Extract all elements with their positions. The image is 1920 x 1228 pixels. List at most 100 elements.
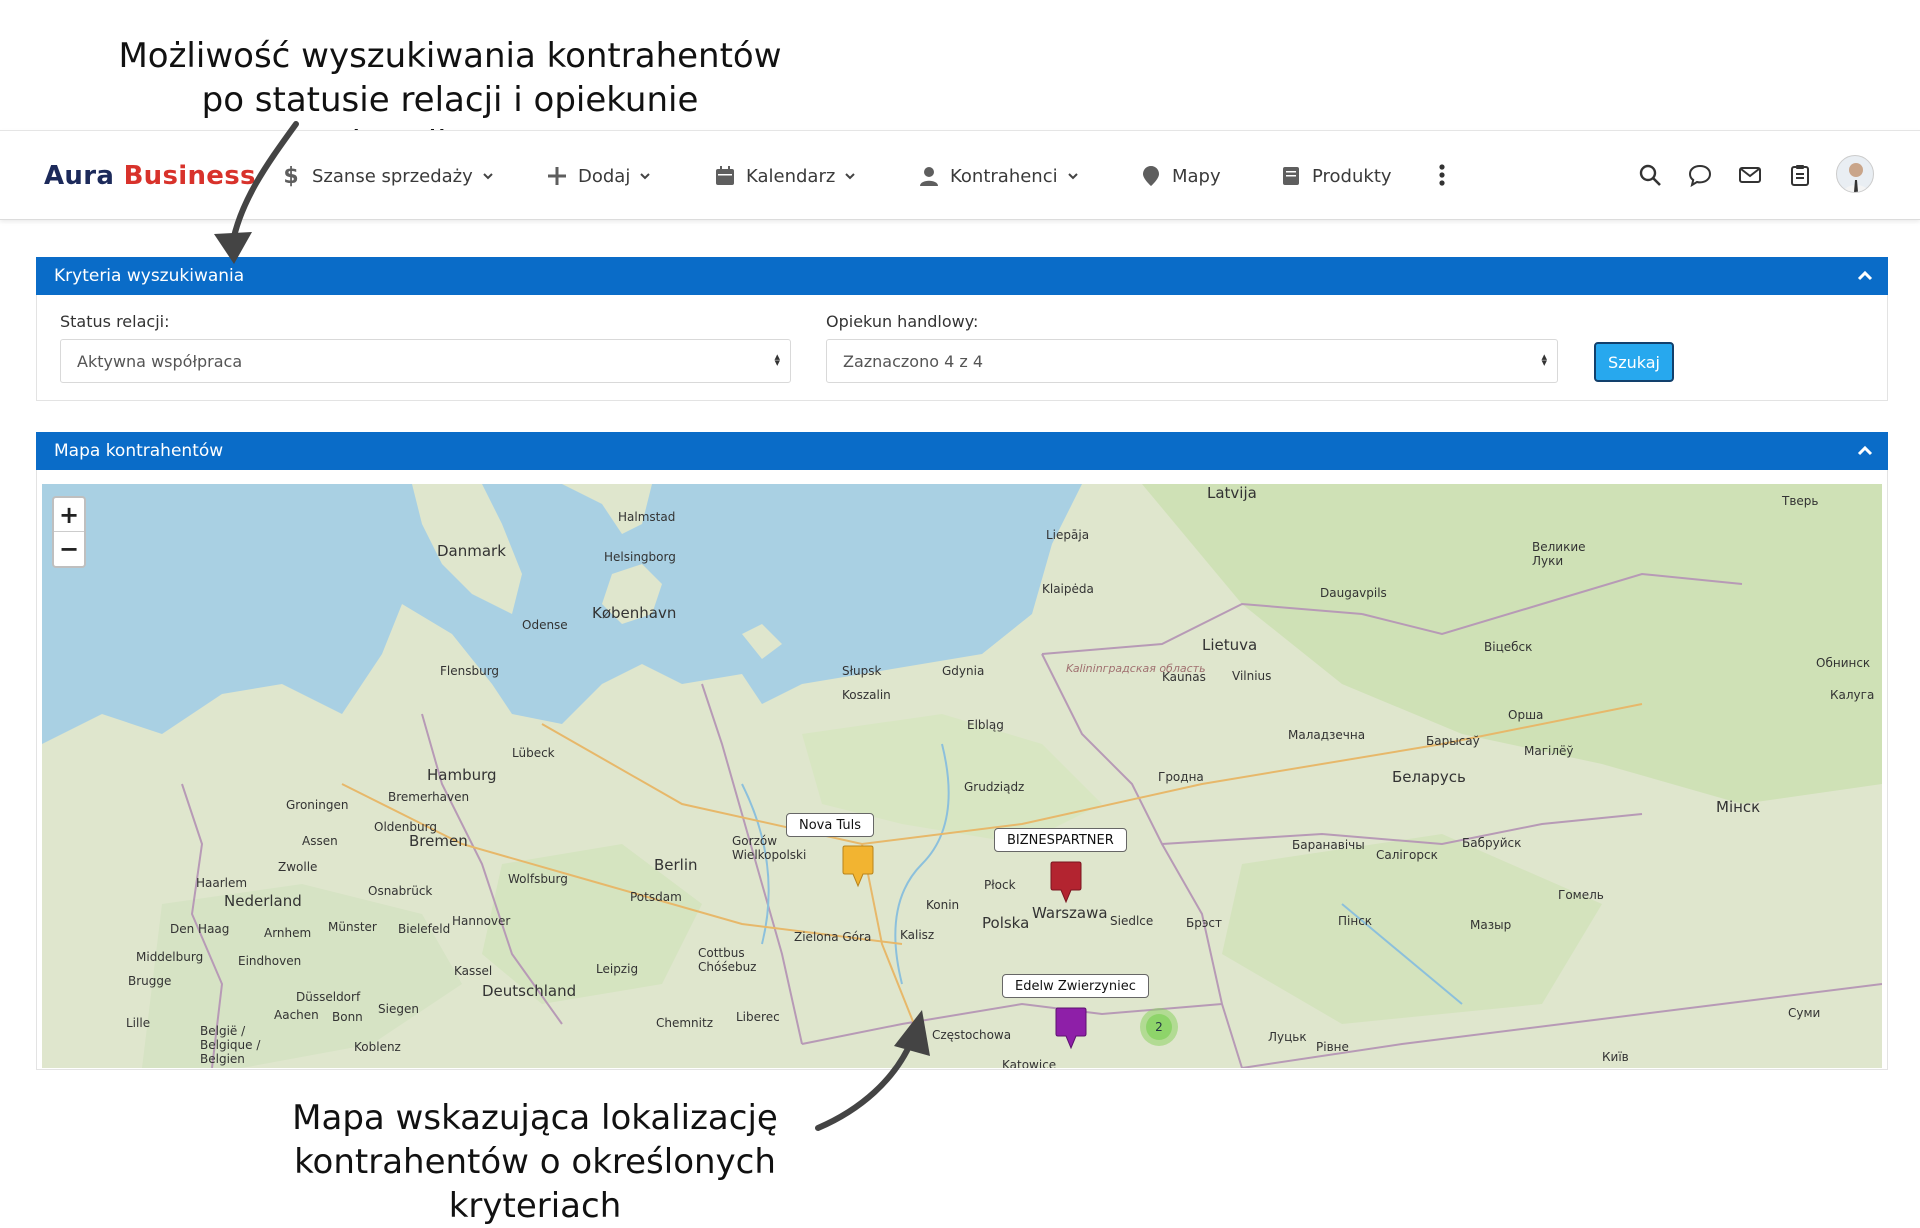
search-icon[interactable]: [1636, 161, 1664, 189]
chevron-down-icon: [1066, 169, 1080, 183]
chevron-up-icon[interactable]: [1856, 267, 1874, 285]
place-label: Słupsk: [842, 664, 882, 678]
place-label: Danmark: [437, 542, 506, 560]
nav-item-dodaj[interactable]: Dodaj: [544, 161, 652, 191]
place-label: Бабруйск: [1462, 836, 1522, 850]
place-label: Częstochowa: [932, 1028, 1012, 1042]
place-label: Haarlem: [196, 876, 248, 890]
map-pin-icon: [1138, 163, 1164, 189]
nav-item-kontrahenci[interactable]: Kontrahenci: [916, 161, 1080, 191]
zoom-in-button[interactable]: +: [54, 498, 84, 532]
place-label: Kalininградская область: [1066, 662, 1206, 675]
top-navbar: Aura Business $ Szanse sprzedaży Dodaj K…: [0, 130, 1920, 220]
place-label: Беларусь: [1392, 768, 1466, 786]
place-label: Пінск: [1338, 914, 1373, 928]
place-label: Siegen: [378, 1002, 419, 1016]
marker-label-edelw-zwierzyniec[interactable]: Edelw Zwierzyniec: [1002, 974, 1149, 998]
annotation-bottom: Mapa wskazująca lokalizację kontrahentów…: [220, 1096, 850, 1228]
nav-item-szanse[interactable]: $ Szanse sprzedaży: [278, 161, 495, 191]
place-label: Мінск: [1716, 798, 1761, 816]
place-label: Маладзечна: [1288, 728, 1366, 742]
status-select[interactable]: Aktywna współpraca ▴ ▾: [60, 339, 791, 383]
status-select-value: Aktywna współpraca: [77, 351, 243, 371]
place-label: Liberec: [736, 1010, 780, 1024]
marker-pin-nova-tuls[interactable]: [841, 844, 875, 890]
nav-item-produkty[interactable]: Produkty: [1278, 161, 1392, 191]
select-arrows-icon: ▴ ▾: [1541, 350, 1547, 369]
owner-select[interactable]: Zaznaczono 4 z 4 ▴ ▾: [826, 339, 1558, 383]
place-label: Рівне: [1316, 1040, 1349, 1054]
nav-item-label: Kalendarz: [746, 165, 836, 187]
contractor-map[interactable]: + − Danmark København Latvija Lietuva Vi…: [42, 484, 1882, 1068]
marker-cluster-count: 2: [1146, 1014, 1172, 1040]
map-zoom-control: + −: [52, 496, 86, 568]
brand-part1: Aura: [44, 161, 115, 191]
place-label: Flensburg: [440, 664, 500, 678]
marker-cluster[interactable]: 2: [1140, 1008, 1178, 1046]
marker-pin-edelw-zwierzyniec[interactable]: [1054, 1006, 1088, 1052]
nav-item-mapy[interactable]: Mapy: [1138, 161, 1221, 191]
annotation-bottom-line1: Mapa wskazująca lokalizację: [292, 1098, 778, 1138]
place-label: Grudziądz: [964, 780, 1025, 794]
brand-logo[interactable]: Aura Business: [44, 161, 256, 191]
place-label: Deutschland: [482, 982, 577, 1000]
place-label: Hannover: [452, 914, 511, 928]
place-label: Київ: [1602, 1050, 1629, 1064]
place-label: Баранавічы: [1292, 838, 1365, 852]
nav-item-label: Mapy: [1172, 165, 1221, 187]
chevron-up-icon[interactable]: [1856, 442, 1874, 460]
place-label: Odense: [522, 618, 568, 632]
place-label: Салігорск: [1376, 848, 1438, 862]
place-label: Berlin: [654, 856, 698, 874]
nav-item-kalendarz[interactable]: Kalendarz: [712, 161, 857, 191]
search-button[interactable]: Szukaj: [1594, 342, 1674, 382]
place-label: Vilnius: [1232, 669, 1272, 683]
plus-icon: [544, 163, 570, 189]
annotation-top-line1: Możliwość wyszukiwania kontrahentów: [118, 36, 782, 76]
nav-item-label: Szanse sprzedaży: [312, 165, 473, 187]
place-label: Latvija: [1207, 484, 1257, 502]
place-label: Калуга: [1830, 688, 1875, 702]
place-label: Den Haag: [170, 922, 230, 936]
clipboard-icon[interactable]: [1786, 161, 1814, 189]
place-label: Bremen: [409, 832, 468, 850]
place-label: Eindhoven: [238, 954, 302, 968]
owner-label: Opiekun handlowy:: [826, 312, 979, 331]
place-label: Koblenz: [354, 1040, 401, 1054]
place-label: Liepāja: [1046, 528, 1090, 542]
place-label: Cottbus Chóśebuz: [698, 946, 757, 974]
place-label: Płock: [984, 878, 1016, 892]
search-panel-header[interactable]: Kryteria wyszukiwania: [36, 257, 1888, 295]
place-label: Магілёў: [1524, 744, 1574, 758]
nav-item-label: Produkty: [1312, 165, 1392, 187]
place-label: Katowice: [1002, 1058, 1057, 1068]
mail-icon[interactable]: [1736, 161, 1764, 189]
place-label: Osnabrück: [368, 884, 433, 898]
chat-icon[interactable]: [1686, 161, 1714, 189]
marker-label-nova-tuls[interactable]: Nova Tuls: [786, 813, 875, 837]
place-label: Великие Луки: [1532, 540, 1586, 568]
place-label: Münster: [328, 920, 377, 934]
place-label: Warszawa: [1032, 904, 1108, 922]
place-label: Lietuva: [1202, 636, 1258, 654]
avatar[interactable]: [1836, 155, 1874, 193]
place-label: Arnhem: [264, 926, 312, 940]
more-vertical-icon[interactable]: [1428, 161, 1456, 189]
place-label: Daugavpils: [1320, 586, 1387, 600]
place-label: Koszalin: [842, 688, 891, 702]
place-label: Helsingborg: [604, 550, 676, 564]
place-label: Kassel: [454, 964, 493, 978]
dollar-icon: $: [283, 163, 299, 189]
chevron-down-icon: [843, 169, 857, 183]
zoom-out-button[interactable]: −: [54, 532, 84, 566]
map-panel-header[interactable]: Mapa kontrahentów: [36, 432, 1888, 470]
place-label: Konin: [926, 898, 960, 912]
place-label: Луцьк: [1268, 1030, 1307, 1044]
marker-label-biznespartner[interactable]: BIZNESPARTNER: [994, 828, 1127, 852]
place-label: Гомель: [1558, 888, 1604, 902]
place-label: Bonn: [332, 1010, 363, 1024]
marker-pin-biznespartner[interactable]: [1049, 860, 1083, 906]
select-arrows-icon: ▴ ▾: [774, 350, 780, 369]
place-label: Zwolle: [278, 860, 318, 874]
place-label: Lübeck: [512, 746, 555, 760]
